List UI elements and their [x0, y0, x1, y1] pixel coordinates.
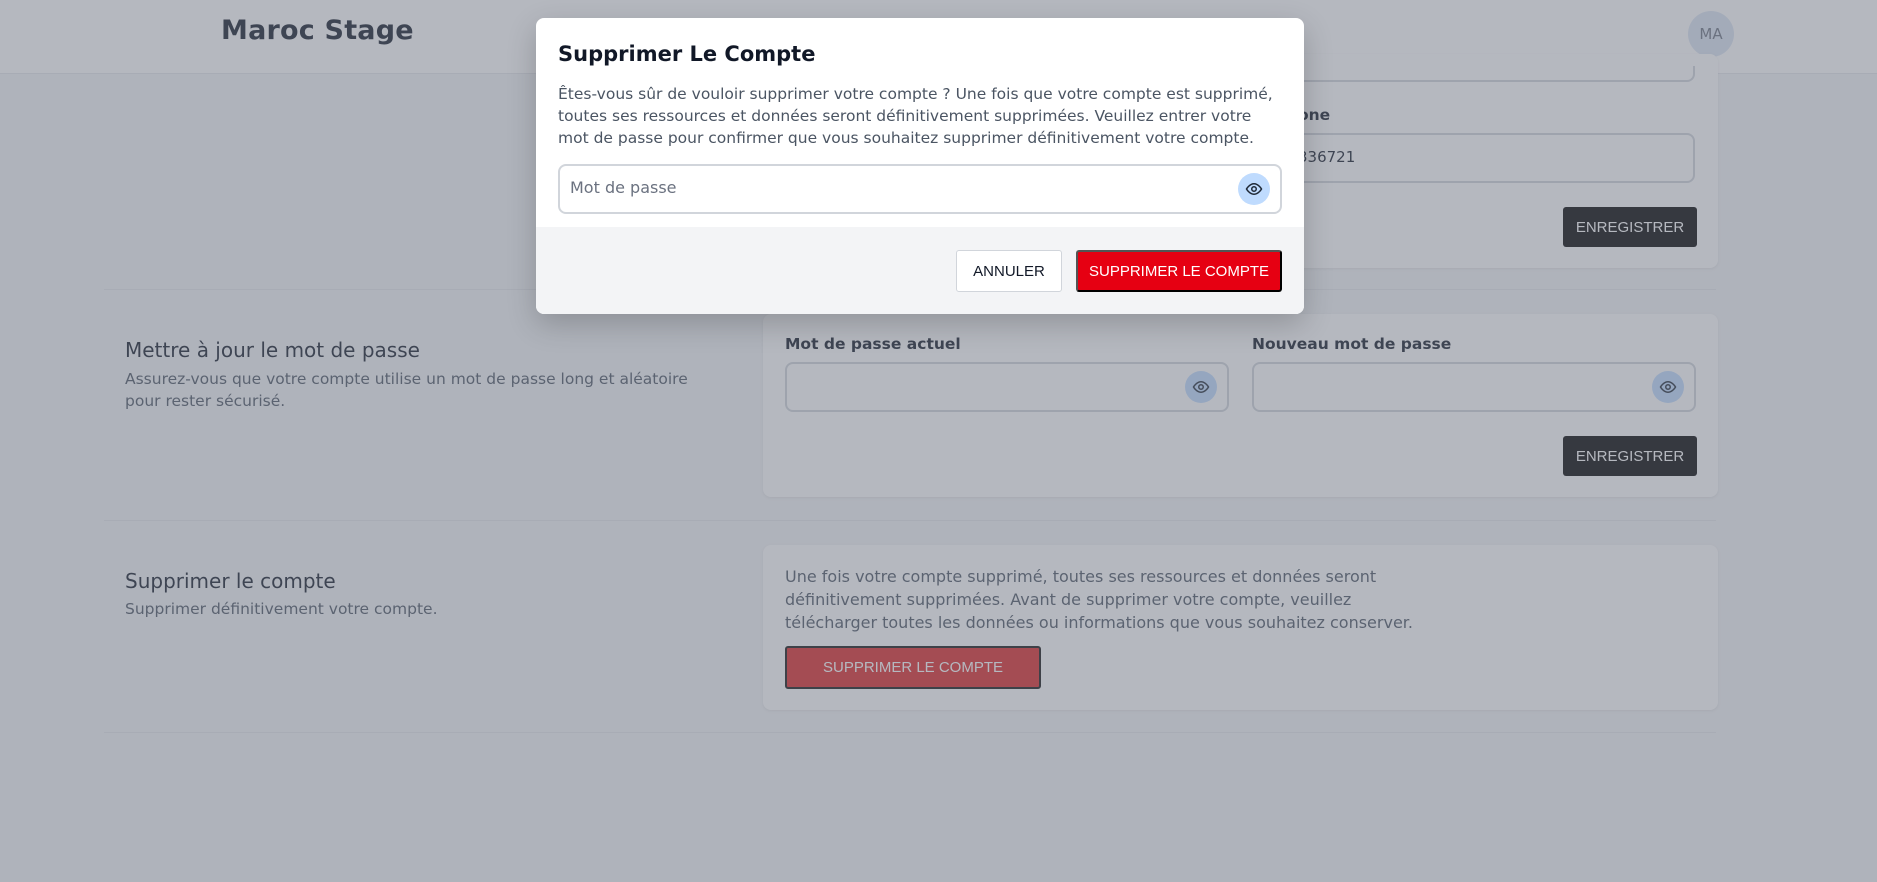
confirm-delete-button[interactable]: SUPPRIMER LE COMPTE — [1076, 250, 1282, 292]
modal-title: Supprimer Le Compte — [558, 42, 816, 66]
modal-description: Êtes-vous sûr de vouloir supprimer votre… — [558, 85, 1273, 147]
eye-icon — [1245, 182, 1263, 196]
toggle-visibility-button[interactable] — [1238, 173, 1270, 205]
modal-password-field[interactable]: Mot de passe — [558, 164, 1282, 214]
cancel-button[interactable]: ANNULER — [956, 250, 1062, 292]
delete-account-modal: Supprimer Le Compte Êtes-vous sûr de vou… — [536, 18, 1304, 314]
password-placeholder: Mot de passe — [570, 178, 677, 197]
modal-footer: ANNULER SUPPRIMER LE COMPTE — [536, 227, 1304, 314]
